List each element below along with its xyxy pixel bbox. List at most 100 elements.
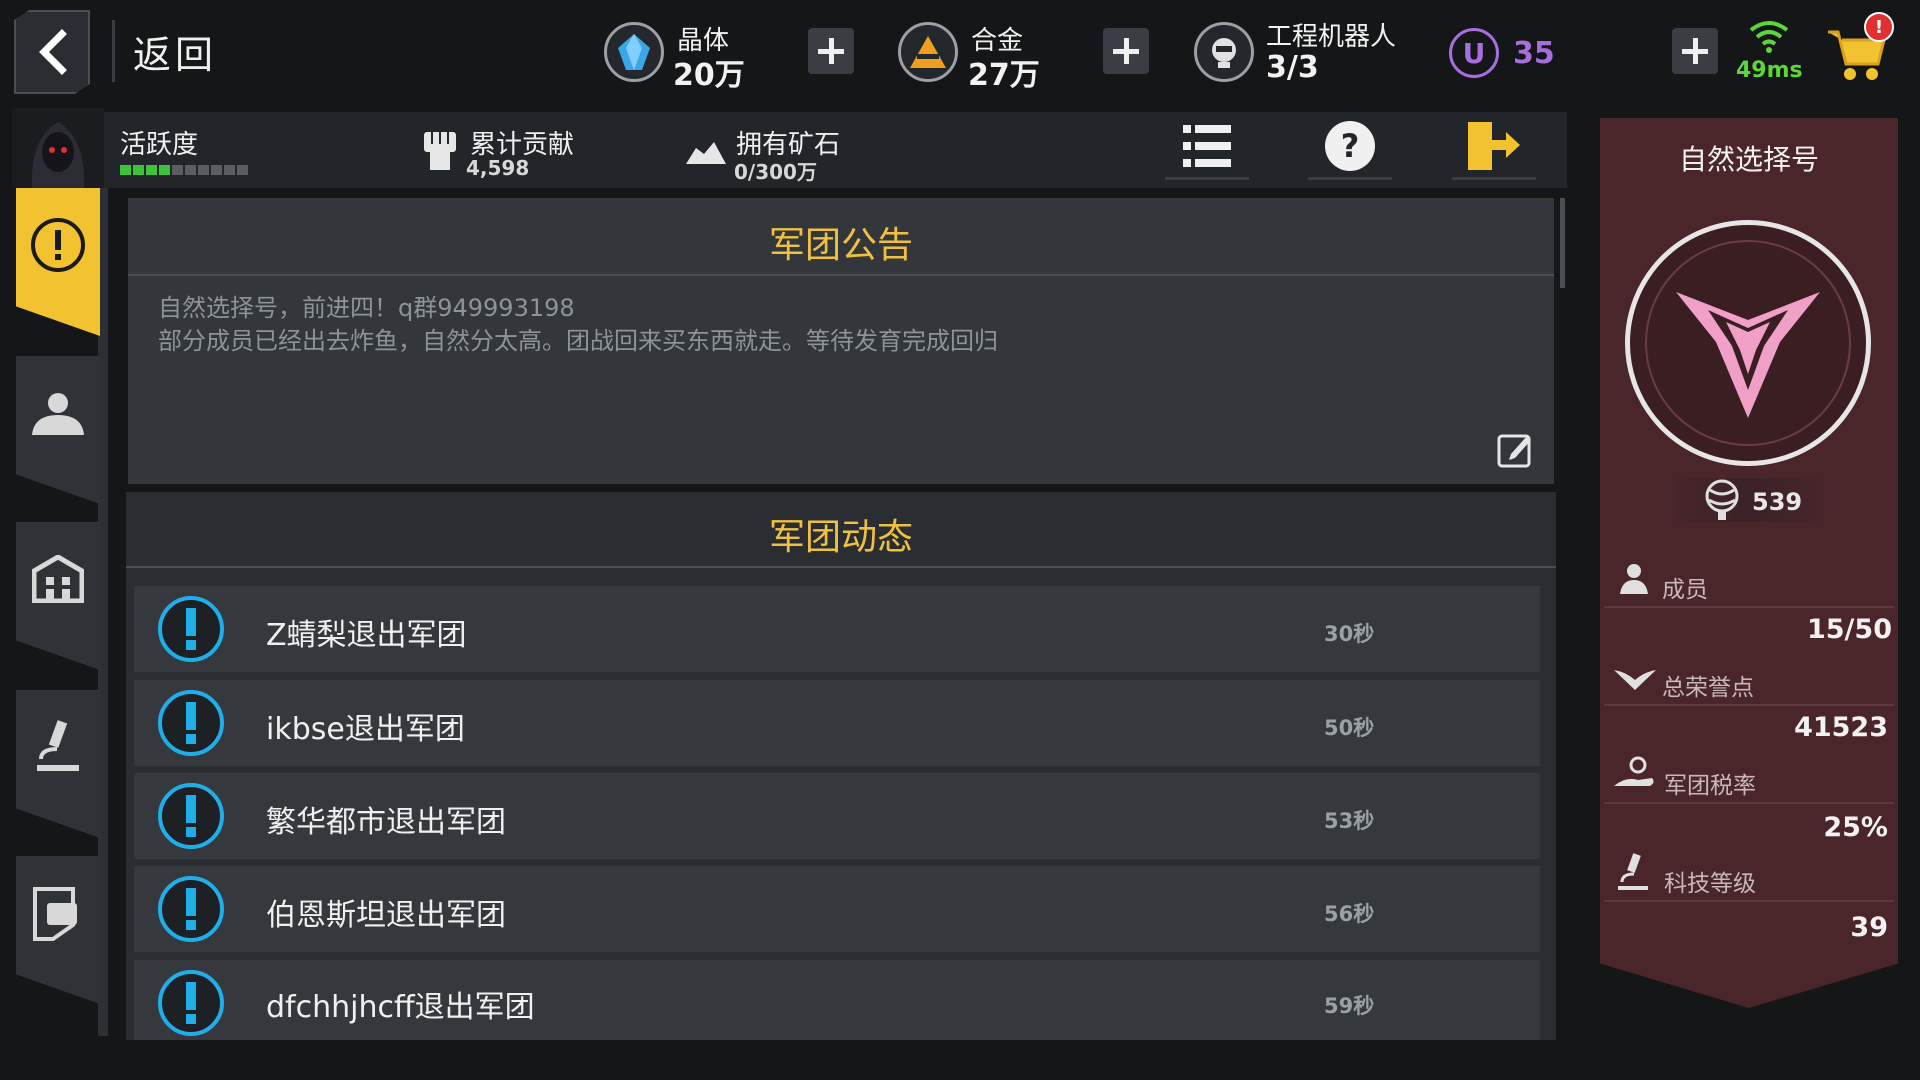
divider xyxy=(1604,802,1894,804)
add-alloy-button[interactable] xyxy=(1103,28,1149,74)
wings-icon xyxy=(1612,666,1658,698)
feed-title: 军团动态 xyxy=(768,517,913,558)
list-item[interactable]: ikbse退出军团 50秒 xyxy=(134,680,1540,766)
tax-value: 25% xyxy=(1823,812,1888,843)
activity-segment xyxy=(224,165,235,175)
divider xyxy=(1604,704,1894,706)
guild-name: 自然选择号 xyxy=(1678,143,1819,176)
divider xyxy=(1604,606,1894,608)
exit-door-icon xyxy=(1468,121,1520,170)
chevron-left-icon xyxy=(39,29,67,75)
tab-technology[interactable] xyxy=(16,690,100,838)
ping-value: 49ms xyxy=(1736,58,1803,83)
activity-segment xyxy=(120,165,131,175)
wifi-icon xyxy=(1748,18,1790,58)
crystal-value: 20万 xyxy=(673,58,745,93)
list-item[interactable]: 繁华都市退出军团 53秒 xyxy=(134,773,1540,859)
cart-notification-badge: ! xyxy=(1864,12,1894,42)
fist-icon xyxy=(420,128,460,178)
divider xyxy=(1604,900,1894,902)
war-fist-icon xyxy=(33,887,77,941)
feed-item-time: 56秒 xyxy=(1324,902,1375,926)
back-button[interactable] xyxy=(14,10,90,94)
tab-buildings[interactable] xyxy=(16,522,100,670)
tech-value: 39 xyxy=(1850,912,1888,943)
back-label[interactable]: 返回 xyxy=(133,24,217,79)
robot-value: 3/3 xyxy=(1266,50,1319,85)
feed-item-time: 50秒 xyxy=(1324,716,1375,740)
contribution-value: 4,598 xyxy=(466,156,530,180)
announcement-line-2: 部分成员已经出去炸鱼，自然分太高。团战回来买东西就走。等待发育完成回归 xyxy=(158,327,998,355)
feed-item-text: Z蜻梨退出军团 xyxy=(266,618,467,653)
activity-segment xyxy=(172,165,183,175)
crystal-icon xyxy=(604,22,664,82)
activity-segment xyxy=(198,165,209,175)
add-u-currency-button[interactable] xyxy=(1672,28,1718,74)
members-value: 15/50 xyxy=(1806,614,1892,645)
microscope-icon xyxy=(37,720,79,771)
globe-icon xyxy=(1704,478,1740,526)
u-currency-letter: U xyxy=(1462,36,1486,70)
u-currency-icon: U xyxy=(1449,28,1499,78)
list-item[interactable]: Z蜻梨退出军团 30秒 xyxy=(134,586,1540,672)
tab-legion-war[interactable] xyxy=(16,856,100,1004)
u-currency-value: 35 xyxy=(1513,36,1555,71)
alloy-icon xyxy=(898,22,958,82)
list-button[interactable] xyxy=(1165,114,1249,180)
activity-segment xyxy=(185,165,196,175)
info-icon xyxy=(158,690,224,756)
ore-value: 0/300万 xyxy=(734,160,817,184)
activity-segment xyxy=(159,165,170,175)
microscope-icon xyxy=(1616,852,1650,896)
info-icon xyxy=(158,783,224,849)
ore-icon xyxy=(684,138,728,172)
alloy-value: 27万 xyxy=(968,58,1040,93)
info-icon xyxy=(158,596,224,662)
robot-label: 工程机器人 xyxy=(1266,22,1397,52)
info-icon xyxy=(158,970,224,1036)
tax-hand-icon xyxy=(1612,756,1658,796)
list-item[interactable]: dfchhjhcff退出军团 59秒 xyxy=(134,960,1540,1040)
announcement-title: 军团公告 xyxy=(768,225,913,266)
guild-score-value: 539 xyxy=(1752,488,1803,516)
svg-text:?: ? xyxy=(1341,127,1360,165)
honor-label: 总荣誉点 xyxy=(1662,675,1754,701)
feed-item-text: ikbse退出军团 xyxy=(266,712,465,747)
scrollbar[interactable] xyxy=(1560,198,1565,288)
tab-members[interactable] xyxy=(16,356,100,504)
feed-item-text: 伯恩斯坦退出军团 xyxy=(266,898,506,933)
alert-icon xyxy=(31,218,85,272)
feed-item-time: 59秒 xyxy=(1324,994,1375,1018)
add-crystal-button[interactable] xyxy=(808,28,854,74)
avatar[interactable] xyxy=(12,108,104,188)
feed-item-time: 30秒 xyxy=(1324,622,1375,646)
activity-feed-panel xyxy=(126,492,1556,1040)
help-button[interactable]: ? xyxy=(1308,114,1392,180)
emblem-icon xyxy=(1668,270,1828,434)
divider xyxy=(112,20,115,82)
tab-announcement[interactable] xyxy=(16,188,100,336)
feed-item-text: dfchhjhcff退出军团 xyxy=(266,990,535,1025)
edit-announcement-button[interactable] xyxy=(1497,432,1533,468)
tax-label: 军团税率 xyxy=(1664,773,1756,799)
members-label: 成员 xyxy=(1662,577,1708,603)
divider xyxy=(128,274,1554,276)
top-bar xyxy=(0,0,1920,104)
info-icon xyxy=(158,876,224,942)
list-item[interactable]: 伯恩斯坦退出军团 56秒 xyxy=(134,866,1540,952)
divider xyxy=(126,566,1556,568)
honor-value: 41523 xyxy=(1794,712,1888,743)
feed-item-time: 53秒 xyxy=(1324,809,1375,833)
exit-legion-button[interactable] xyxy=(1452,114,1536,180)
announcement-line-1: 自然选择号，前进四！q群949993198 xyxy=(158,294,575,322)
activity-segment xyxy=(237,165,248,175)
robot-icon xyxy=(1194,22,1254,82)
activity-label: 活跃度 xyxy=(120,130,199,160)
tech-label: 科技等级 xyxy=(1664,871,1756,897)
person-icon xyxy=(32,393,84,435)
activity-segment xyxy=(146,165,157,175)
building-icon xyxy=(32,555,84,603)
member-icon xyxy=(1618,562,1650,598)
activity-segment xyxy=(133,165,144,175)
activity-segment xyxy=(211,165,222,175)
